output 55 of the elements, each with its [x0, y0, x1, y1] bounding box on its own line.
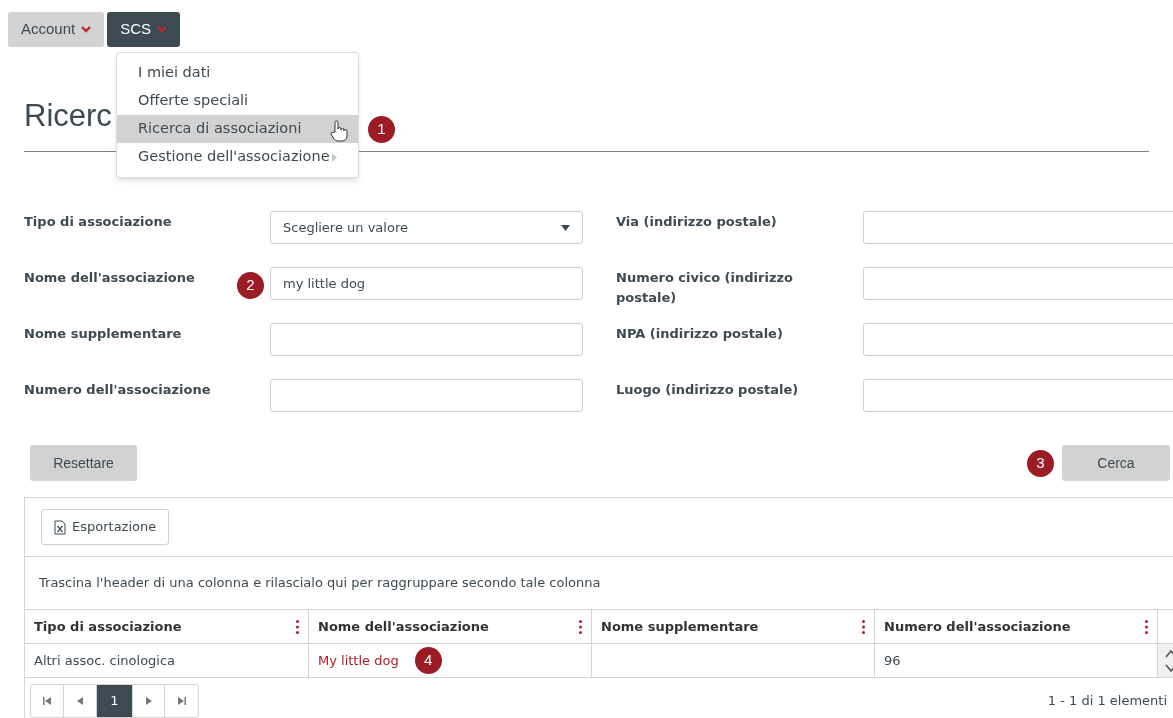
field-label: Tipo di associazione	[24, 213, 172, 231]
pager-summary: 1 - 1 di 1 elementi	[1047, 692, 1167, 711]
column-menu-icon[interactable]	[862, 619, 865, 634]
field-label: Nome dell'associazione	[24, 269, 195, 287]
step-number-badge: 4	[414, 647, 442, 674]
field-label: Luogo (indirizzo postale)	[616, 381, 800, 399]
text-field[interactable]	[863, 323, 1173, 356]
page-title: Ricerc	[24, 98, 112, 134]
reset-button[interactable]: Resettare	[30, 445, 137, 481]
nav-menu-button[interactable]: Account	[8, 12, 105, 47]
text-field[interactable]	[863, 267, 1173, 300]
chevron-down-icon	[81, 26, 92, 33]
submenu-arrow-icon	[331, 152, 337, 162]
column-header[interactable]: Tipo di associazione	[25, 610, 309, 643]
table-cell-text: Altri assoc. cinologica	[34, 651, 176, 670]
nav-menu-button[interactable]: SCS	[107, 12, 181, 47]
text-field[interactable]	[270, 323, 583, 356]
step-number-badge: 2	[237, 272, 264, 299]
search-button[interactable]: Cerca	[1062, 445, 1170, 481]
field-label: Numero civico (indirizzo postale)	[616, 269, 794, 307]
field-label: Numero dell'associazione	[24, 381, 211, 399]
group-by-hint: Trascina l'header di una colonna e rilascialo qui per raggruppare secondo tale colonna	[39, 574, 601, 593]
table-cell-text: 96	[884, 651, 901, 670]
column-menu-icon[interactable]	[1145, 619, 1148, 634]
column-menu-icon[interactable]	[579, 619, 582, 634]
chevron-down-icon	[157, 26, 168, 33]
step-number-badge: 3	[1027, 449, 1054, 477]
column-header[interactable]: Nome dell'associazione	[309, 610, 592, 643]
field-label: NPA (indirizzo postale)	[616, 325, 784, 343]
field-label: Via (indirizzo postale)	[616, 213, 778, 231]
step-number-badge: 1	[368, 116, 395, 143]
dropdown-arrow-icon	[561, 224, 570, 231]
previous-page-icon	[77, 697, 83, 705]
page-button[interactable]: 1	[97, 685, 132, 717]
text-field[interactable]	[270, 379, 583, 412]
field-label: Nome supplementare	[24, 325, 182, 343]
next-page-button[interactable]	[132, 685, 165, 717]
menu-item[interactable]: Gestione dell'associazione	[117, 143, 358, 171]
column-header[interactable]: Numero dell'associazione	[875, 610, 1158, 643]
text-field[interactable]	[863, 379, 1173, 412]
first-page-icon	[43, 697, 51, 705]
text-field[interactable]: my little dog	[270, 267, 583, 300]
scroll-arrows-icon	[1164, 647, 1173, 674]
spreadsheet-file-icon	[54, 519, 66, 535]
column-menu-icon[interactable]	[296, 619, 299, 634]
association-link[interactable]: My little dog	[318, 650, 399, 671]
menu-item[interactable]: Offerte speciali	[117, 87, 358, 115]
export-button[interactable]: Esportazione	[41, 509, 170, 545]
menu-item[interactable]: I miei dati	[117, 59, 358, 87]
dropdown-field[interactable]: Scegliere un valore	[270, 211, 583, 244]
last-page-icon	[177, 697, 186, 705]
column-header[interactable]: Nome supplementare	[592, 610, 875, 643]
hand-pointer-icon	[330, 120, 348, 142]
text-field[interactable]	[863, 211, 1173, 244]
next-page-icon	[145, 697, 152, 705]
